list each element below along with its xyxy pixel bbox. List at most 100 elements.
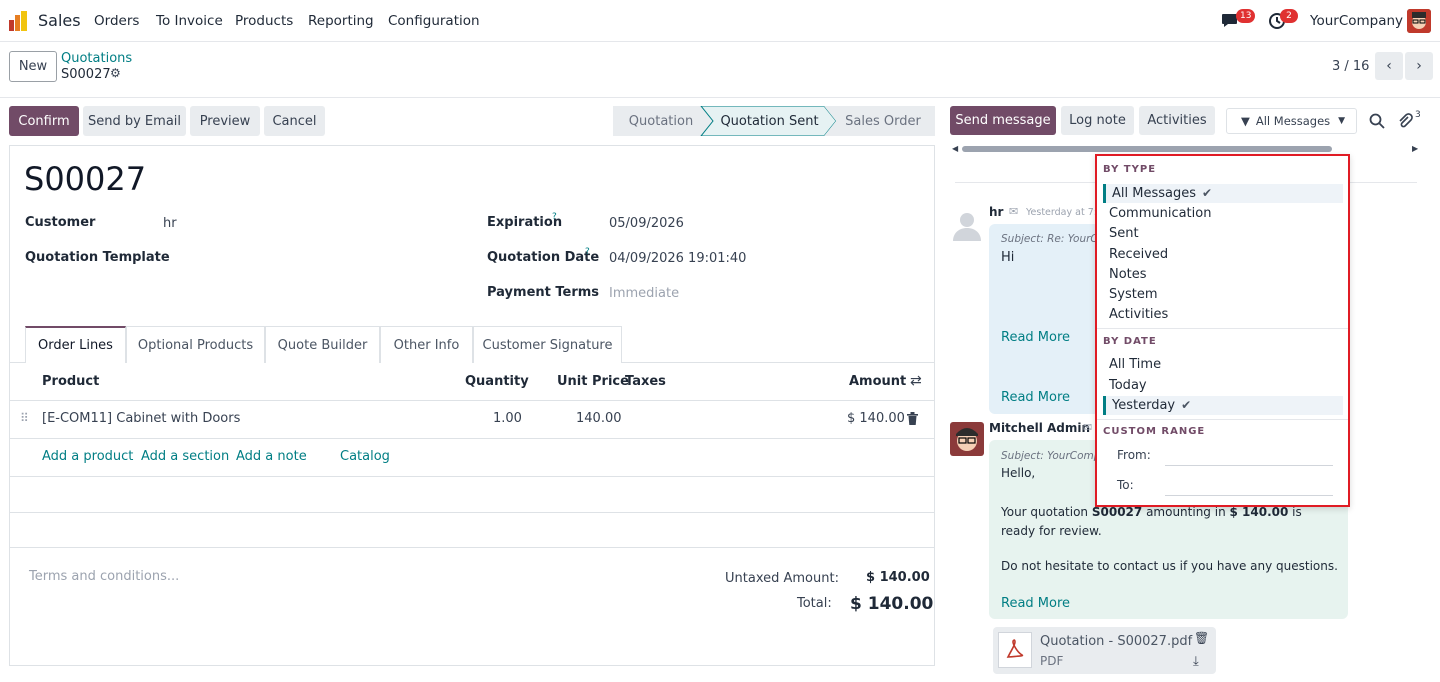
row-unit-price[interactable]: 140.00: [576, 411, 622, 426]
filter-yesterday[interactable]: Yesterday ✔: [1103, 396, 1343, 415]
from-date-input[interactable]: [1165, 465, 1333, 466]
search-icon[interactable]: [1369, 113, 1385, 129]
filter-system[interactable]: System: [1103, 285, 1343, 304]
filter-all-messages[interactable]: All Messages ✔: [1103, 184, 1343, 203]
menu-reporting[interactable]: Reporting: [308, 13, 374, 29]
tab-other-info[interactable]: Other Info: [380, 326, 473, 363]
trash-icon[interactable]: [907, 412, 918, 425]
filter-activities[interactable]: Activities: [1103, 305, 1343, 324]
custom-range-header: CUSTOM RANGE: [1103, 426, 1206, 437]
pager-previous-button[interactable]: ‹: [1375, 52, 1403, 80]
tab-order-lines[interactable]: Order Lines: [25, 326, 126, 363]
row-product[interactable]: [E-COM11] Cabinet with Doors: [42, 411, 240, 426]
quotation-date-field[interactable]: 04/09/2026 19:01:40: [609, 251, 746, 266]
download-icon[interactable]: ⤓: [1193, 654, 1199, 669]
read-more-link[interactable]: Read More: [1001, 596, 1070, 611]
stage-quotation-sent[interactable]: Quotation Sent: [712, 106, 827, 136]
read-more-link[interactable]: Read More: [1001, 390, 1070, 405]
drag-handle-icon[interactable]: ⠿: [20, 411, 29, 425]
menu-products[interactable]: Products: [235, 13, 293, 29]
stage-quotation[interactable]: Quotation: [613, 106, 709, 136]
terms-conditions-field[interactable]: Terms and conditions...: [29, 569, 179, 584]
gear-icon[interactable]: ⚙: [110, 66, 121, 80]
column-settings-icon[interactable]: ⇄: [910, 373, 922, 389]
default-avatar[interactable]: [950, 208, 984, 242]
message-author[interactable]: Mitchell Admin: [989, 421, 1090, 435]
col-product[interactable]: Product: [42, 374, 99, 389]
activities-button[interactable]: Activities: [1139, 106, 1215, 135]
body-text: Your quotation: [1001, 505, 1092, 519]
expiration-label: Expiration: [487, 215, 563, 230]
attachment-name[interactable]: Quotation - S00027.pdf: [1040, 634, 1192, 649]
row-quantity[interactable]: 1.00: [493, 411, 522, 426]
mitchell-avatar[interactable]: [950, 422, 984, 456]
delete-attachment-icon[interactable]: 🗑: [1194, 631, 1209, 645]
tab-customer-signature[interactable]: Customer Signature: [473, 326, 622, 363]
customer-field[interactable]: hr: [163, 216, 177, 231]
divider: [10, 547, 934, 548]
message-author[interactable]: hr: [989, 205, 1003, 219]
menu-configuration[interactable]: Configuration: [388, 13, 480, 29]
user-avatar[interactable]: [1407, 9, 1431, 33]
menu-to-invoice[interactable]: To Invoice: [156, 13, 223, 29]
confirm-button[interactable]: Confirm: [9, 106, 79, 136]
scroll-left-icon[interactable]: ◀: [952, 144, 958, 153]
quotation-date-help-icon[interactable]: ?: [585, 247, 590, 257]
activities-badge: 2: [1280, 9, 1298, 23]
pager-value[interactable]: 3 / 16: [1332, 59, 1369, 74]
add-product-link[interactable]: Add a product: [42, 449, 133, 464]
paperclip-icon[interactable]: [1397, 113, 1413, 129]
message-subject: Subject: YourComp...: [1001, 450, 1097, 462]
filter-received[interactable]: Received: [1103, 245, 1343, 264]
message-filter-menu: BY TYPE All Messages ✔ Communication Sent…: [1095, 154, 1350, 507]
col-amount[interactable]: Amount: [849, 374, 906, 389]
filter-communication[interactable]: Communication: [1103, 204, 1343, 223]
filter-sent[interactable]: Sent: [1103, 224, 1343, 243]
cancel-button[interactable]: Cancel: [264, 106, 325, 136]
pager-next-button[interactable]: ›: [1405, 52, 1433, 80]
new-button[interactable]: New: [9, 51, 57, 82]
attachment-type: PDF: [1040, 654, 1064, 668]
body-text: amounting in: [1142, 505, 1230, 519]
send-by-email-button[interactable]: Send by Email: [83, 106, 186, 136]
expiration-field[interactable]: 05/09/2026: [609, 216, 684, 231]
preview-button[interactable]: Preview: [190, 106, 260, 136]
sales-app-icon[interactable]: [8, 10, 30, 32]
payment-terms-field[interactable]: Immediate: [609, 286, 679, 301]
scroll-right-icon[interactable]: ▶: [1412, 144, 1418, 153]
tab-optional-products[interactable]: Optional Products: [126, 326, 265, 363]
filter-all-time[interactable]: All Time: [1103, 355, 1343, 374]
stage-sales-order[interactable]: Sales Order: [836, 106, 930, 136]
message-filter-dropdown[interactable]: ▼ All Messages ▼: [1226, 108, 1357, 134]
divider: [10, 512, 934, 513]
expiration-help-icon[interactable]: ?: [552, 212, 557, 222]
untaxed-value: $ 140.00: [866, 570, 930, 585]
add-section-link[interactable]: Add a section: [141, 449, 229, 464]
menu-orders[interactable]: Orders: [94, 13, 139, 29]
message-greeting: Hello,: [1001, 466, 1036, 480]
total-value: $ 140.00: [850, 594, 934, 614]
filter-label: Yesterday: [1112, 398, 1176, 413]
col-taxes[interactable]: Taxes: [625, 374, 666, 389]
breadcrumb-quotations[interactable]: Quotations: [61, 51, 132, 66]
tab-quote-builder[interactable]: Quote Builder: [265, 326, 380, 363]
read-more-link[interactable]: Read More: [1001, 330, 1070, 345]
chevron-right-icon: ›: [1416, 58, 1422, 74]
control-panel: [0, 42, 1440, 98]
send-message-button[interactable]: Send message: [950, 106, 1056, 135]
add-note-link[interactable]: Add a note: [236, 449, 307, 464]
pdf-icon: [998, 632, 1032, 668]
horizontal-scrollbar[interactable]: [962, 146, 1332, 152]
company-switcher[interactable]: YourCompany: [1310, 13, 1403, 29]
to-date-input[interactable]: [1165, 495, 1333, 496]
log-note-button[interactable]: Log note: [1061, 106, 1134, 135]
col-unit-price[interactable]: Unit Price: [557, 374, 629, 389]
col-quantity[interactable]: Quantity: [465, 374, 529, 389]
attachments-count: 3: [1415, 110, 1421, 120]
filter-notes[interactable]: Notes: [1103, 265, 1343, 284]
app-name[interactable]: Sales: [38, 11, 81, 30]
catalog-link[interactable]: Catalog: [340, 449, 390, 464]
filter-today[interactable]: Today: [1103, 376, 1343, 395]
message-body-2: Do not hesitate to contact us if you hav…: [1001, 559, 1338, 573]
untaxed-label: Untaxed Amount:: [725, 571, 839, 586]
